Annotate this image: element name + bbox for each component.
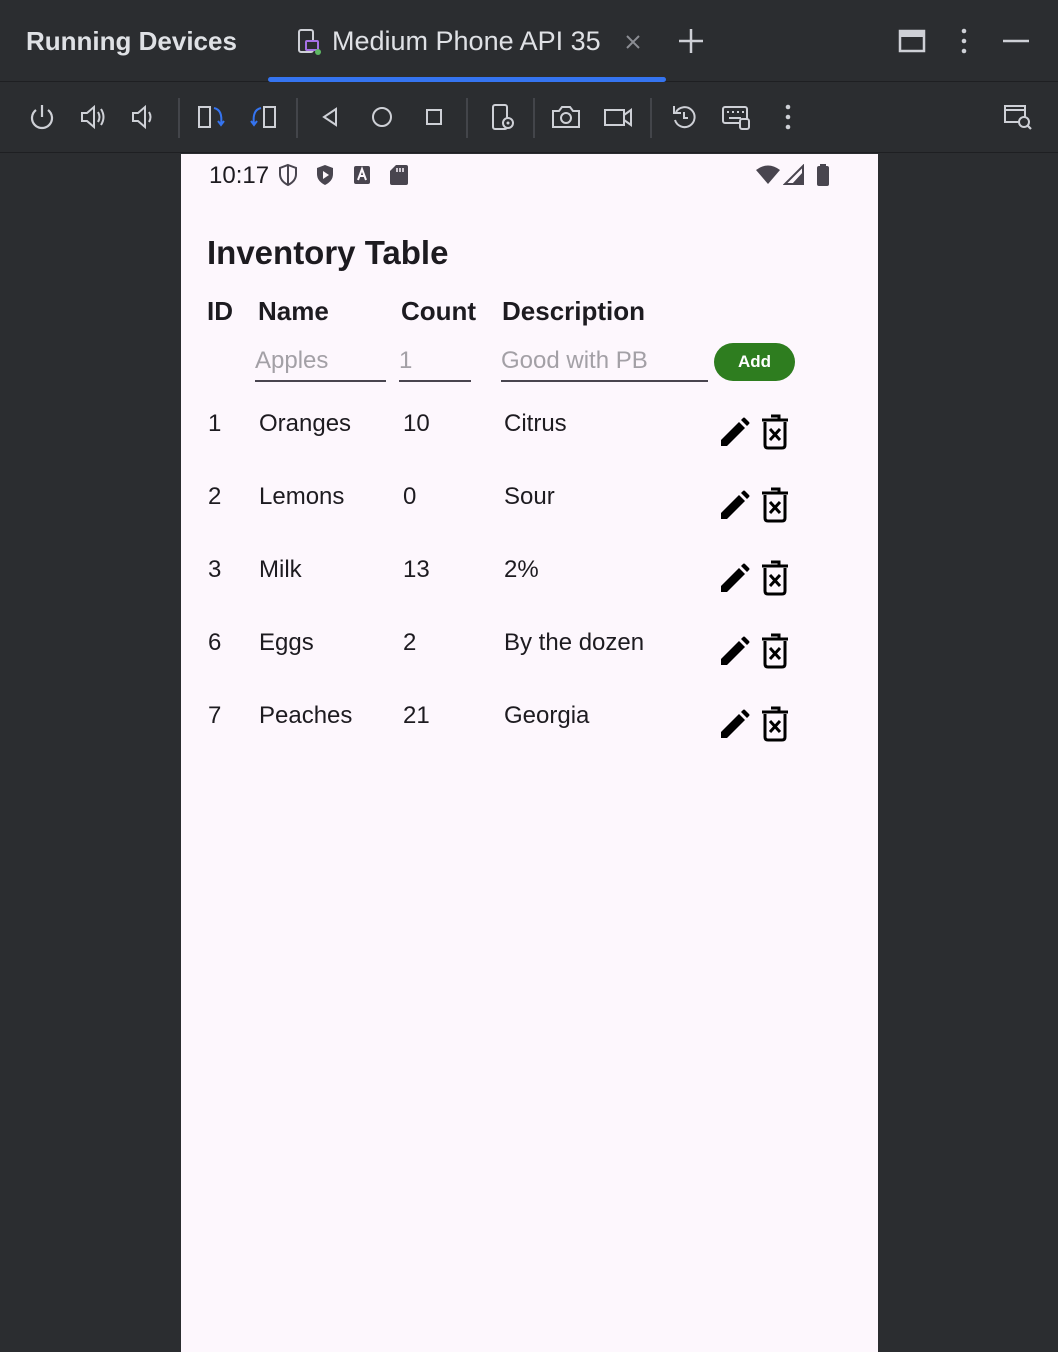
toolbar-separator — [650, 98, 652, 138]
cell-id: 7 — [208, 702, 222, 729]
overview-icon[interactable] — [417, 100, 451, 134]
cellular-signal-icon — [783, 164, 804, 185]
edit-icon[interactable] — [717, 708, 751, 742]
close-icon[interactable] — [624, 33, 642, 51]
cell-name: Lemons — [259, 483, 345, 510]
cell-name: Oranges — [259, 410, 352, 437]
column-header-description: Description — [502, 296, 646, 326]
page-title: Inventory Table — [207, 234, 449, 271]
device-tab-icon — [298, 29, 321, 55]
cell-id: 1 — [208, 410, 222, 437]
delete-icon[interactable] — [759, 633, 791, 669]
cell-count: 10 — [403, 410, 430, 437]
table-row: 1 Oranges 10 Citrus — [181, 410, 878, 470]
home-icon[interactable] — [365, 100, 399, 134]
battery-icon — [817, 164, 829, 186]
wifi-icon — [756, 165, 780, 184]
volume-up-icon[interactable] — [76, 100, 110, 134]
cell-count: 13 — [403, 556, 430, 583]
cell-description: By the dozen — [504, 629, 645, 656]
cell-count: 21 — [403, 702, 430, 729]
keyboard-icon[interactable] — [719, 100, 753, 134]
edit-icon[interactable] — [717, 635, 751, 669]
cell-description: 2% — [504, 556, 539, 583]
options-icon[interactable] — [949, 26, 979, 56]
edit-icon[interactable] — [717, 416, 751, 450]
table-row: 3 Milk 13 2% — [181, 556, 878, 616]
emulator-toolbar — [0, 83, 1058, 153]
device-screen[interactable]: 10:17 Inventory Table ID Name Count Desc… — [181, 154, 878, 1352]
cell-count: 0 — [403, 483, 417, 510]
edit-icon[interactable] — [717, 562, 751, 596]
volume-down-icon[interactable] — [126, 100, 160, 134]
cell-id: 3 — [208, 556, 222, 583]
power-icon[interactable] — [25, 100, 59, 134]
delete-icon[interactable] — [759, 414, 791, 450]
add-icon[interactable] — [676, 26, 706, 56]
toolbar-separator — [296, 98, 298, 138]
cell-name: Eggs — [259, 629, 314, 656]
cell-id: 6 — [208, 629, 222, 656]
back-icon[interactable] — [313, 100, 347, 134]
toolbar-separator — [466, 98, 468, 138]
minimize-icon[interactable] — [1001, 26, 1031, 56]
toolbar-separator — [178, 98, 180, 138]
sd-card-icon — [390, 165, 408, 185]
more-icon[interactable] — [771, 100, 805, 134]
status-time: 10:17 — [209, 162, 270, 189]
table-row: 7 Peaches 21 Georgia — [181, 702, 878, 762]
tab-label: Medium Phone API 35 — [332, 26, 601, 56]
column-header-count: Count — [401, 296, 477, 326]
add-button[interactable]: Add — [714, 343, 795, 381]
tool-window-header: Running Devices Medium Phone API 35 — [0, 0, 1058, 82]
column-header-id: ID — [207, 296, 233, 326]
screenshot-icon[interactable] — [549, 100, 583, 134]
device-settings-icon[interactable] — [485, 100, 519, 134]
play-protect-icon — [317, 165, 333, 185]
table-row: 2 Lemons 0 Sour — [181, 483, 878, 543]
name-input[interactable]: Apples — [255, 340, 386, 382]
table-row: 6 Eggs 2 By the dozen — [181, 629, 878, 689]
cell-description: Sour — [504, 483, 555, 510]
rotate-right-icon[interactable] — [247, 100, 281, 134]
delete-icon[interactable] — [759, 706, 791, 742]
cell-description: Georgia — [504, 702, 590, 729]
tab-medium-phone[interactable]: Medium Phone API 35 — [268, 0, 666, 82]
active-tab-indicator — [268, 77, 666, 82]
text-notification-icon — [354, 166, 370, 184]
cell-name: Milk — [259, 556, 302, 583]
inspect-icon[interactable] — [1001, 100, 1035, 134]
window-layout-icon[interactable] — [897, 26, 927, 56]
cell-id: 2 — [208, 483, 222, 510]
toolbar-separator — [533, 98, 535, 138]
cell-description: Citrus — [504, 410, 567, 437]
tool-window-title: Running Devices — [26, 26, 237, 56]
rotate-left-icon[interactable] — [194, 100, 228, 134]
delete-icon[interactable] — [759, 560, 791, 596]
cell-count: 2 — [403, 629, 417, 656]
column-header-name: Name — [258, 296, 329, 326]
edit-icon[interactable] — [717, 489, 751, 523]
cell-name: Peaches — [259, 702, 353, 729]
delete-icon[interactable] — [759, 487, 791, 523]
description-input[interactable]: Good with PB — [501, 340, 708, 382]
count-input[interactable]: 1 — [399, 340, 471, 382]
reset-icon[interactable] — [667, 100, 701, 134]
shield-icon — [279, 163, 297, 187]
screen-record-icon[interactable] — [601, 100, 635, 134]
